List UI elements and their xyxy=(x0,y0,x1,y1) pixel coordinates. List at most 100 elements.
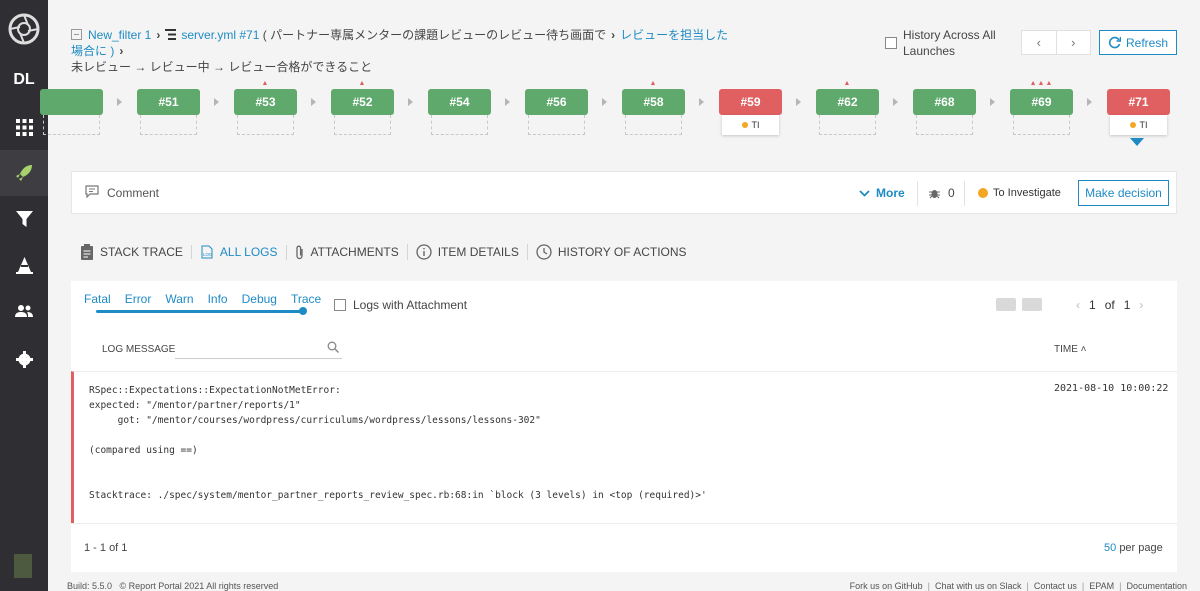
defect-marker: ▲ xyxy=(649,80,658,87)
cone-icon xyxy=(15,256,33,274)
console-mode-icon[interactable] xyxy=(1022,298,1042,311)
per-page-selector[interactable]: 50 per page xyxy=(1104,542,1163,554)
filters-nav[interactable] xyxy=(0,196,48,242)
history-item[interactable]: ▲ #52 xyxy=(331,80,394,145)
footer-link-github[interactable]: Fork us on GitHub xyxy=(850,581,923,591)
chevron-down-icon xyxy=(859,190,870,197)
tab-all-logs-label: ALL LOGS xyxy=(219,245,278,259)
per-page-label: per page xyxy=(1119,542,1163,554)
refresh-button[interactable]: Refresh xyxy=(1099,30,1177,55)
history-item[interactable]: ▲ #53 xyxy=(234,80,297,145)
breadcrumb-suite[interactable]: ( パートナー専属メンターの課題レビューのレビュー待ち画面で xyxy=(263,28,606,42)
filter-icon xyxy=(15,210,33,227)
launches-nav[interactable] xyxy=(0,150,48,196)
refresh-icon xyxy=(1108,36,1121,49)
previous-item-button[interactable]: ‹ xyxy=(1022,31,1056,54)
history-item[interactable]: #54 xyxy=(428,85,491,145)
breadcrumb-filter[interactable]: New_filter 1 xyxy=(88,28,151,42)
comment-label[interactable]: Comment xyxy=(107,186,159,200)
level-info[interactable]: Info xyxy=(208,292,228,306)
defect-marker: ▲ xyxy=(358,80,367,87)
log-level-selector: Fatal Error Warn Info Debug Trace xyxy=(84,292,321,306)
column-time-label: TIME xyxy=(1054,344,1078,355)
more-button[interactable]: More xyxy=(859,186,905,200)
report-portal-logo[interactable] xyxy=(8,13,40,45)
tab-history-of-actions-label: HISTORY OF ACTIONS xyxy=(557,245,687,259)
tab-history-of-actions[interactable]: HISTORY OF ACTIONS xyxy=(526,244,695,260)
level-warn[interactable]: Warn xyxy=(165,292,193,306)
history-item[interactable]: #56 xyxy=(525,85,588,145)
history-item[interactable]: ▲▲▲ #69 xyxy=(1010,80,1073,145)
bug-icon xyxy=(929,189,940,198)
clipboard-icon xyxy=(81,244,93,260)
markdown-mode-icon[interactable] xyxy=(996,298,1016,311)
footer-link-slack[interactable]: Chat with us on Slack xyxy=(923,581,1022,591)
defect-marker: ▲ xyxy=(843,80,852,87)
footer-link-docs[interactable]: Documentation xyxy=(1114,581,1187,591)
history-item[interactable]: #71 TI xyxy=(1107,85,1170,145)
history-item-slot xyxy=(625,115,682,135)
debug-nav[interactable] xyxy=(0,242,48,288)
log-search-input[interactable] xyxy=(175,339,342,359)
bug-counter[interactable]: 0 xyxy=(929,186,955,200)
log-table-header: LOG MESSAGE TIME ˄ xyxy=(71,328,1177,371)
history-across-label[interactable]: History Across All Launches xyxy=(903,27,1013,59)
breadcrumb-separator: › xyxy=(119,44,124,58)
make-decision-button[interactable]: Make decision xyxy=(1078,180,1169,206)
item-navigation: ‹ › xyxy=(1021,30,1091,55)
history-item-slot xyxy=(140,115,197,135)
footer-links: Fork us on GitHubChat with us on SlackCo… xyxy=(850,581,1187,591)
page-current: 1 xyxy=(1089,298,1096,312)
history-item[interactable]: ▲ #58 xyxy=(622,80,685,145)
settings-nav[interactable] xyxy=(0,336,48,382)
page-of: of xyxy=(1104,298,1115,312)
log-time: 2021-08-10 10:00:22 xyxy=(1054,383,1169,394)
tab-stack-trace[interactable]: STACK TRACE xyxy=(80,244,191,260)
tab-item-details[interactable]: ITEM DETAILS xyxy=(406,244,527,260)
level-fatal[interactable]: Fatal xyxy=(84,292,111,306)
history-item-badge: #51 xyxy=(137,89,200,115)
history-item[interactable] xyxy=(40,85,103,145)
user-avatar[interactable] xyxy=(12,552,34,580)
log-level-slider-track[interactable] xyxy=(96,310,303,313)
history-item[interactable]: #59 TI xyxy=(719,85,782,145)
level-error[interactable]: Error xyxy=(125,292,152,306)
level-debug[interactable]: Debug xyxy=(242,292,277,306)
history-item-slot xyxy=(334,115,391,135)
history-item-badge xyxy=(40,89,103,115)
history-item-badge: #56 xyxy=(525,89,588,115)
history-item-slot xyxy=(43,115,100,135)
collapse-icon[interactable] xyxy=(71,29,82,40)
history-item[interactable]: #51 xyxy=(137,85,200,145)
logs-with-attachment-label[interactable]: Logs with Attachment xyxy=(353,298,467,312)
logs-with-attachment-checkbox[interactable] xyxy=(334,299,346,311)
level-trace[interactable]: Trace xyxy=(291,292,321,306)
footer-link-epam[interactable]: EPAM xyxy=(1077,581,1114,591)
history-item[interactable]: ▲ #62 xyxy=(816,80,879,145)
defect-type-badge[interactable]: To Investigate xyxy=(978,187,1061,199)
list-icon xyxy=(165,29,177,40)
logs-icon: LOG xyxy=(201,245,213,259)
next-item-button[interactable]: › xyxy=(1055,31,1091,54)
column-time-sort[interactable]: TIME ˄ xyxy=(1054,344,1087,355)
log-panel: Fatal Error Warn Info Debug Trace Logs w… xyxy=(71,281,1177,572)
footer-link-contact[interactable]: Contact us xyxy=(1022,581,1077,591)
history-across-checkbox[interactable] xyxy=(885,37,897,49)
tab-all-logs[interactable]: LOG ALL LOGS xyxy=(190,245,286,259)
page-footer: Build: 5.5.0 © Report Portal 2021 All ri… xyxy=(67,581,1187,591)
members-nav[interactable] xyxy=(0,288,48,334)
page-next-button[interactable]: › xyxy=(1139,298,1143,312)
paperclip-icon xyxy=(295,245,303,259)
item-info-bar: Comment More 0 To Investigate Make decis… xyxy=(71,171,1177,214)
history-item[interactable]: #68 xyxy=(913,85,976,145)
page-prev-button[interactable]: ‹ xyxy=(1076,298,1080,312)
selected-item-pointer xyxy=(1130,138,1144,146)
log-level-slider-handle[interactable] xyxy=(299,307,307,315)
history-arrow xyxy=(602,98,607,106)
gear-icon xyxy=(15,350,33,368)
breadcrumb-launch[interactable]: server.yml #71 xyxy=(181,28,259,42)
tab-attachments[interactable]: ATTACHMENTS xyxy=(285,244,407,260)
history-item-badge: #58 xyxy=(622,89,685,115)
log-row[interactable]: RSpec::Expectations::ExpectationNotMetEr… xyxy=(71,371,1177,523)
tab-stack-trace-label: STACK TRACE xyxy=(100,245,183,259)
